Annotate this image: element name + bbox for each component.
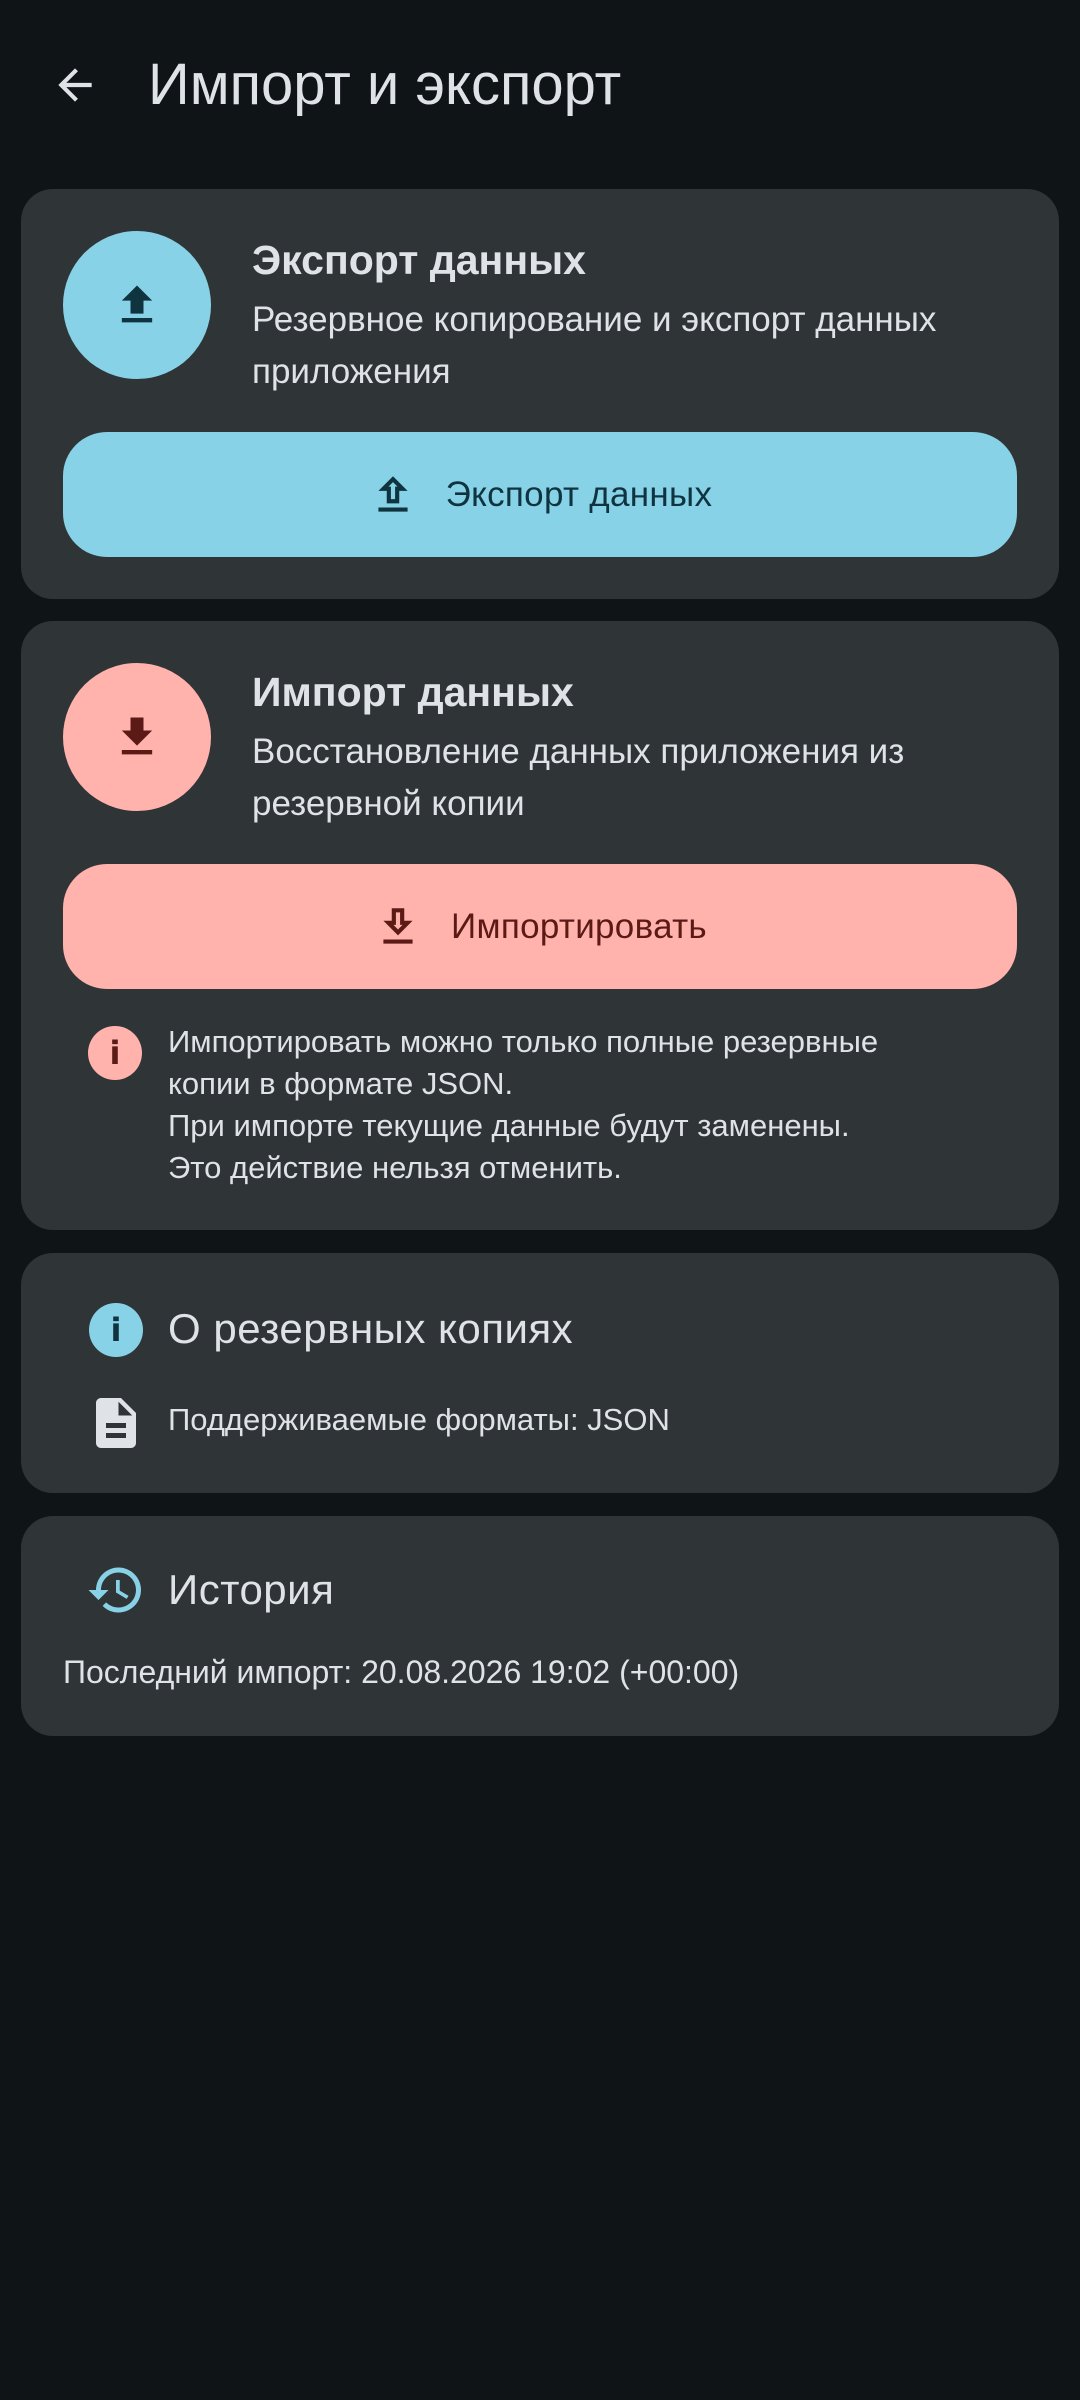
supported-formats-text: Поддерживаемые форматы: JSON: [168, 1402, 670, 1437]
upload-icon: [121, 285, 153, 323]
import-button[interactable]: Импортировать: [63, 864, 1017, 989]
export-button[interactable]: Экспорт данных: [63, 432, 1017, 557]
import-icon-circle: [63, 663, 211, 811]
history-icon-wrap: [86, 1560, 146, 1620]
about-backups-card: i О резервных копиях Поддерживаемые форм…: [21, 1253, 1059, 1493]
export-description: Резервное копирование и экспорт данных п…: [252, 300, 937, 391]
formats-row: [86, 1393, 146, 1453]
history-icon: [88, 1567, 141, 1613]
info-icon-wrap: i: [86, 1300, 146, 1360]
import-card: Импорт данных Восстановление данных прил…: [21, 621, 1059, 1230]
warning-line: копии в формате JSON.: [168, 1066, 514, 1101]
export-title: Экспорт данных: [252, 237, 586, 283]
info-icon: i: [88, 1026, 142, 1080]
about-header: i: [66, 1300, 146, 1360]
import-button-label: Импортировать: [451, 906, 707, 946]
history-card: История Последний импорт: 20.08.2026 19:…: [21, 1516, 1059, 1736]
last-import-text: Последний импорт: 20.08.2026 19:02 (+00:…: [63, 1654, 740, 1690]
export-button-label: Экспорт данных: [445, 474, 713, 514]
file-document-icon: [96, 1398, 136, 1448]
back-button[interactable]: [40, 50, 110, 120]
about-title: О резервных копиях: [168, 1305, 574, 1352]
warning-line: Импортировать можно только полные резерв…: [168, 1024, 879, 1059]
top-app-bar: Импорт и экспорт: [0, 0, 1080, 170]
upload-icon: [368, 470, 418, 520]
export-icon-circle: [63, 231, 211, 379]
import-description: Восстановление данных приложения из резе…: [252, 732, 905, 823]
arrow-back-icon: [58, 68, 92, 102]
history-header: [66, 1560, 146, 1620]
warning-line: При импорте текущие данные будут заменен…: [168, 1108, 850, 1143]
page-title: Импорт и экспорт: [148, 52, 622, 117]
info-icon: i: [89, 1303, 143, 1357]
warning-text: Импортировать можно только полные резерв…: [168, 1021, 1028, 1189]
download-icon: [373, 902, 423, 952]
history-title: История: [168, 1566, 335, 1613]
download-icon: [121, 717, 153, 755]
export-card: Экспорт данных Резервное копирование и э…: [21, 189, 1059, 599]
warning-line: Это действие нельзя отменить.: [168, 1150, 622, 1185]
import-title: Импорт данных: [252, 669, 574, 715]
